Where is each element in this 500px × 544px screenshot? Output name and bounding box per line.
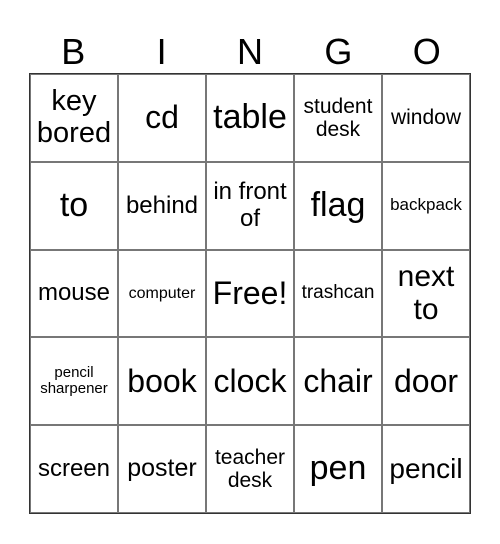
bingo-cell[interactable]: computer xyxy=(118,249,206,338)
bingo-cell[interactable]: cd xyxy=(118,74,206,162)
bingo-cell[interactable]: behind xyxy=(118,161,206,250)
bingo-cell[interactable]: student desk xyxy=(294,74,382,162)
bingo-cell[interactable]: pen xyxy=(294,425,382,513)
bingo-cell[interactable]: flag xyxy=(294,161,382,250)
bingo-cell[interactable]: teacher desk xyxy=(206,425,294,513)
bingo-cell[interactable]: window xyxy=(382,74,470,162)
free-space-cell[interactable]: Free! xyxy=(206,249,294,338)
bingo-cell[interactable]: screen xyxy=(30,425,118,513)
bingo-cell[interactable]: clock xyxy=(206,337,294,426)
header-letter-b: B xyxy=(61,31,86,72)
bingo-cell[interactable]: backpack xyxy=(382,161,470,250)
header-letter-n: N xyxy=(236,31,263,72)
bingo-cell[interactable]: book xyxy=(118,337,206,426)
bingo-header: B I N G O xyxy=(29,30,471,74)
bingo-cell[interactable]: in front of xyxy=(206,161,294,250)
bingo-cell[interactable]: door xyxy=(382,337,470,426)
header-letter-i: I xyxy=(156,31,167,72)
bingo-cell[interactable]: pencil xyxy=(382,425,470,513)
bingo-cell[interactable]: table xyxy=(206,74,294,162)
bingo-card-grid: key bored cd table student desk window to behi… xyxy=(29,73,471,514)
header-letter-o: O xyxy=(412,31,441,72)
bingo-cell[interactable]: to xyxy=(30,161,118,250)
bingo-cell[interactable]: mouse xyxy=(30,249,118,338)
bingo-cell[interactable]: chair xyxy=(294,337,382,426)
bingo-cell[interactable]: pencil sharpener xyxy=(30,337,118,426)
header-letter-g: G xyxy=(324,31,353,72)
bingo-cell[interactable]: key bored xyxy=(30,74,118,162)
bingo-cell[interactable]: poster xyxy=(118,425,206,513)
bingo-cell[interactable]: next to xyxy=(382,249,470,338)
bingo-cell[interactable]: trashcan xyxy=(294,249,382,338)
